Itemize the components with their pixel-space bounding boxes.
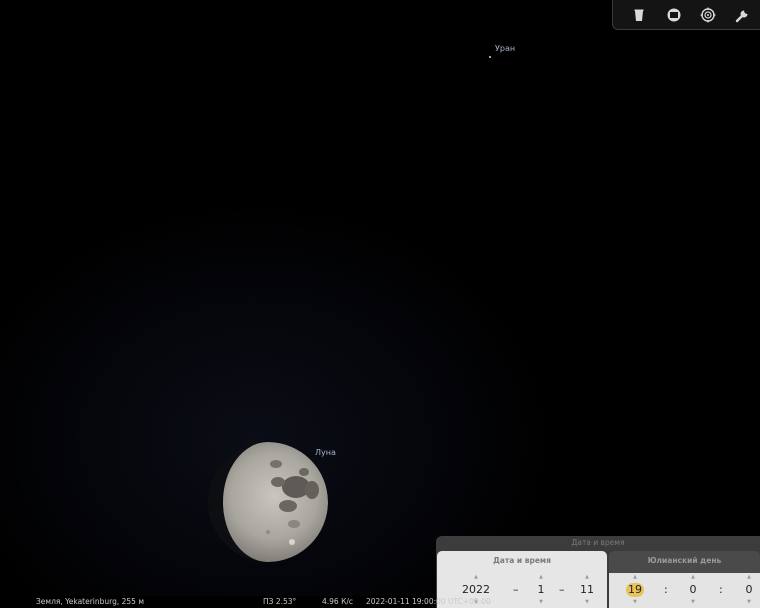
moon-label[interactable]: Луна — [315, 448, 336, 457]
moon[interactable] — [208, 442, 328, 562]
date-separator: – — [559, 583, 565, 596]
second-up-arrow[interactable]: ▲ — [741, 573, 757, 582]
datetime-status[interactable]: 2022-01-11 19:00:00 UTC+05:00 — [366, 597, 491, 606]
month-down-arrow[interactable]: ▼ — [531, 598, 551, 607]
second-value[interactable]: 0 — [741, 582, 757, 598]
day-spinner[interactable]: ▲ 11 ▼ — [575, 573, 599, 608]
settings-button[interactable] — [732, 4, 754, 26]
month-up-arrow[interactable]: ▲ — [531, 573, 551, 582]
hour-down-arrow[interactable]: ▼ — [623, 598, 647, 607]
hour-up-arrow[interactable]: ▲ — [623, 573, 647, 582]
tab-julian-day[interactable]: Юлианский день ▲ 19 ▼ : ▲ 0 ▼ : ▲ 0 ▼ — [609, 551, 760, 608]
time-separator: : — [719, 583, 723, 596]
year-value[interactable]: 2022 — [455, 582, 497, 598]
hour-value[interactable]: 19 — [626, 583, 644, 597]
time-fields: ▲ 19 ▼ : ▲ 0 ▼ : ▲ 0 ▼ — [609, 573, 760, 608]
month-value[interactable]: 1 — [531, 582, 551, 598]
target-button[interactable] — [697, 4, 719, 26]
day-value[interactable]: 11 — [575, 582, 599, 598]
top-toolbar — [612, 0, 760, 30]
date-separator: – — [513, 583, 519, 596]
tab-date-time-label: Дата и время — [493, 556, 551, 565]
fov-status: ПЗ 2.53° — [263, 597, 297, 606]
status-bar: Земля, Yekaterinburg, 255 м ПЗ 2.53° 4.9… — [0, 596, 491, 608]
minute-up-arrow[interactable]: ▲ — [685, 573, 701, 582]
second-spinner[interactable]: ▲ 0 ▼ — [741, 573, 757, 608]
month-spinner[interactable]: ▲ 1 ▼ — [531, 573, 551, 608]
minute-spinner[interactable]: ▲ 0 ▼ — [685, 573, 701, 608]
target-icon — [700, 7, 716, 23]
dialog-title: Дата и время — [571, 538, 625, 547]
fps-status: 4.96 К/с — [322, 597, 354, 606]
day-up-arrow[interactable]: ▲ — [575, 573, 599, 582]
trash-button[interactable] — [628, 4, 650, 26]
year-up-arrow[interactable]: ▲ — [455, 573, 497, 582]
minute-value[interactable]: 0 — [685, 582, 701, 598]
minute-down-arrow[interactable]: ▼ — [685, 598, 701, 607]
sky-view[interactable]: Уран Луна Дата и время Дата и время ▲ 20… — [0, 0, 760, 608]
wrench-icon — [735, 10, 748, 23]
tab-julian-day-label: Юлианский день — [647, 556, 722, 565]
uranus-label[interactable]: Уран — [495, 44, 515, 53]
trash-icon — [634, 9, 644, 21]
hour-spinner[interactable]: ▲ 19 ▼ — [623, 573, 647, 608]
time-separator: : — [664, 583, 668, 596]
screen-mode-icon — [667, 8, 681, 22]
uranus-marker[interactable] — [489, 56, 491, 58]
screen-mode-button[interactable] — [663, 4, 685, 26]
day-down-arrow[interactable]: ▼ — [575, 598, 599, 607]
location-status[interactable]: Земля, Yekaterinburg, 255 м — [36, 597, 144, 606]
second-down-arrow[interactable]: ▼ — [741, 598, 757, 607]
